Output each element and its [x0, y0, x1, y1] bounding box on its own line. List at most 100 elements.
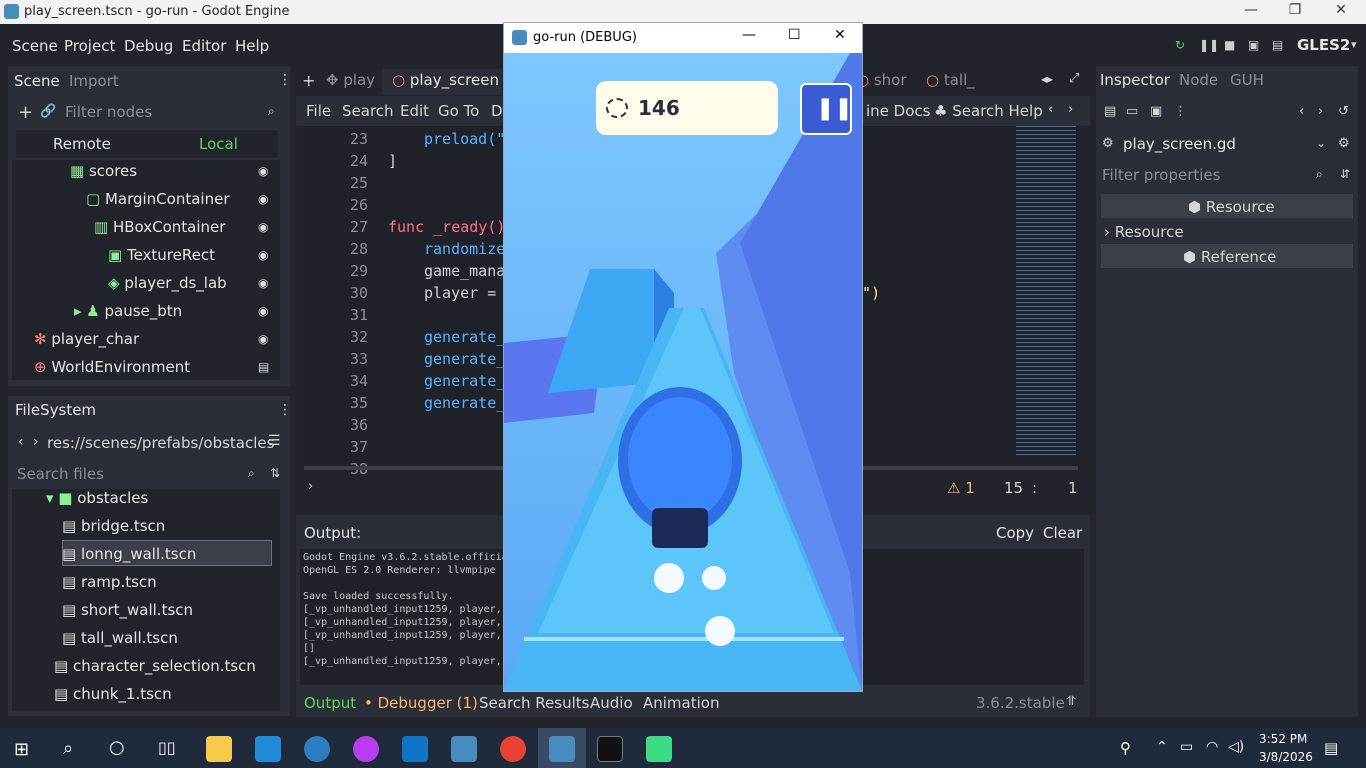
tree-node-texturerect[interactable]: ▣ TextureRect — [108, 246, 215, 264]
tab-tall-wall[interactable]: ○ tall_ — [926, 71, 975, 89]
search-help-link[interactable]: ♣ Search Help — [934, 102, 1043, 120]
tabs-scroll-icon[interactable]: ◂▸ — [1041, 72, 1053, 86]
file-short-wall[interactable]: ▤ short_wall.tscn — [62, 601, 193, 619]
tab-2d[interactable]: ✥ play — [326, 71, 375, 89]
volume-icon[interactable]: ◁) — [1228, 739, 1244, 755]
clear-button[interactable]: Clear — [1043, 524, 1082, 542]
open-folder-icon[interactable]: ▭ — [1126, 104, 1138, 119]
tree-node-pause-btn[interactable]: ▸ ♟ pause_btn — [74, 302, 182, 320]
file-tall-wall[interactable]: ▤ tall_wall.tscn — [62, 629, 178, 647]
minimize-button[interactable]: — — [742, 27, 756, 43]
copy-button[interactable]: Copy — [996, 524, 1034, 542]
search-files-input[interactable]: Search files — [17, 465, 104, 483]
sort-icon[interactable]: ⇅ — [270, 466, 280, 480]
script-menu-search[interactable]: Search — [342, 102, 394, 120]
script-icon[interactable]: ▤ — [258, 360, 269, 374]
play-icon[interactable]: ↻ — [1175, 38, 1185, 52]
visibility-eye-icon[interactable]: ◉ — [258, 276, 268, 290]
renderer-select[interactable]: GLES2 — [1297, 36, 1350, 54]
tab-node[interactable]: Node — [1179, 71, 1218, 89]
code-minimap[interactable] — [1016, 126, 1076, 456]
filter-nodes-input[interactable]: Filter nodes — [65, 103, 152, 121]
menu-help[interactable]: Help — [235, 37, 269, 55]
notifications-icon[interactable]: ▤ — [1324, 739, 1338, 757]
file-character-selection[interactable]: ▤ character_selection.tscn — [54, 657, 256, 675]
history-back-icon[interactable]: ‹ — [1048, 102, 1053, 117]
tree-node-player-char[interactable]: ✻ player_char — [34, 330, 139, 348]
sort-icon[interactable]: ⇵ — [1340, 167, 1350, 181]
tree-node-margincontainer[interactable]: ▢ MarginContainer — [86, 190, 230, 208]
inspected-object[interactable]: play_screen.gd — [1123, 135, 1236, 153]
tab-guh[interactable]: GUH — [1230, 71, 1264, 89]
chevron-up-icon[interactable]: ⌃ — [1156, 739, 1168, 755]
file-chunk-1[interactable]: ▤ chunk_1.tscn — [54, 685, 172, 703]
restore-button[interactable]: ❐ — [1272, 2, 1318, 18]
history-forward-icon[interactable]: › — [1318, 104, 1323, 119]
chevron-down-icon[interactable]: ⌄ — [1316, 136, 1326, 150]
tree-node-worldenvironment[interactable]: ⊕ WorldEnvironment — [34, 358, 190, 376]
visibility-eye-icon[interactable]: ◉ — [258, 304, 268, 318]
visibility-eye-icon[interactable]: ◉ — [258, 192, 268, 206]
back-icon[interactable]: ‹ — [18, 434, 24, 450]
minimize-button[interactable]: — — [1228, 2, 1274, 18]
tab-scene[interactable]: Scene — [14, 72, 60, 90]
link-icon[interactable]: 🔗 — [40, 104, 56, 119]
list-view-icon[interactable]: ☰ — [268, 433, 281, 449]
remote-button[interactable]: Remote — [53, 135, 111, 153]
visibility-eye-icon[interactable]: ◉ — [258, 164, 268, 178]
menu-project[interactable]: Project — [64, 37, 115, 55]
bottom-tab-output[interactable]: Output — [304, 694, 356, 712]
tab-import[interactable]: Import — [69, 72, 119, 90]
new-resource-icon[interactable]: ▤ — [1104, 104, 1116, 119]
file-bridge[interactable]: ▤ bridge.tscn — [62, 517, 165, 535]
tree-node-hboxcontainer[interactable]: ▥ HBoxContainer — [94, 218, 225, 236]
more-icon[interactable]: ⋮ — [278, 72, 292, 88]
start-icon[interactable]: ⊞ — [14, 739, 29, 760]
bottom-tab-search-results[interactable]: Search Results — [479, 694, 589, 712]
path-field[interactable]: res://scenes/prefabs/obstacles — [47, 434, 274, 452]
visibility-eye-icon[interactable]: ◉ — [258, 332, 268, 346]
tree-node-scores[interactable]: ▦ scores — [70, 162, 137, 180]
menu-scene[interactable]: Scene — [12, 37, 58, 55]
resource-group[interactable]: › Resource — [1104, 223, 1184, 241]
bottom-tab-audio[interactable]: Audio — [590, 694, 633, 712]
app-icon[interactable] — [353, 736, 379, 762]
godot-icon[interactable] — [451, 736, 477, 762]
play-scene-icon[interactable]: ▣ — [1248, 38, 1259, 52]
app-icon[interactable] — [304, 736, 330, 762]
more-icon[interactable]: ⋮ — [1174, 104, 1187, 119]
tab-inspector[interactable]: Inspector — [1100, 71, 1170, 89]
search-icon[interactable]: ⌕ — [63, 738, 73, 759]
clock-time[interactable]: 3:52 PM — [1259, 732, 1307, 746]
terminal-icon[interactable] — [597, 736, 623, 762]
cortana-icon[interactable]: ○ — [109, 737, 125, 758]
close-button[interactable]: ✕ — [834, 27, 846, 43]
forward-icon[interactable]: › — [33, 434, 39, 450]
task-view-icon[interactable]: ▯▯ — [158, 738, 176, 757]
add-node-icon[interactable]: + — [18, 102, 33, 123]
filter-properties-input[interactable]: Filter properties — [1102, 166, 1220, 184]
godot-icon[interactable] — [549, 736, 575, 762]
maximize-button[interactable]: ☐ — [788, 27, 801, 43]
script-menu-goto[interactable]: Go To — [438, 102, 479, 120]
tab-short-wall[interactable]: ○ shor — [856, 71, 907, 89]
visibility-eye-icon[interactable]: ◉ — [258, 220, 268, 234]
menu-editor[interactable]: Editor — [182, 37, 226, 55]
people-icon[interactable]: ⚲ — [1120, 739, 1131, 757]
file-lonng-wall[interactable]: ▤ lonng_wall.tscn — [62, 545, 196, 563]
history-back-icon[interactable]: ‹ — [1299, 104, 1304, 119]
online-docs-link[interactable]: ine Docs — [866, 102, 930, 120]
clock-date[interactable]: 3/8/2026 — [1259, 750, 1313, 764]
script-menu-debug[interactable]: D — [491, 102, 503, 120]
wifi-icon[interactable]: ◠ — [1206, 739, 1218, 755]
chevron-down-icon[interactable]: ▾ — [1351, 38, 1357, 51]
script-menu-file[interactable]: File — [306, 102, 331, 120]
pause-button[interactable]: ❚❚ — [800, 83, 853, 135]
tool-icon[interactable]: ⚙ — [1338, 136, 1350, 151]
warning-count[interactable]: ⚠ 1 — [947, 479, 975, 497]
file-ramp[interactable]: ▤ ramp.tscn — [62, 573, 157, 591]
game-viewport[interactable] — [504, 53, 862, 691]
play-custom-icon[interactable]: ▤ — [1272, 38, 1283, 52]
vscode-icon[interactable] — [402, 736, 428, 762]
history-forward-icon[interactable]: › — [1068, 102, 1073, 117]
